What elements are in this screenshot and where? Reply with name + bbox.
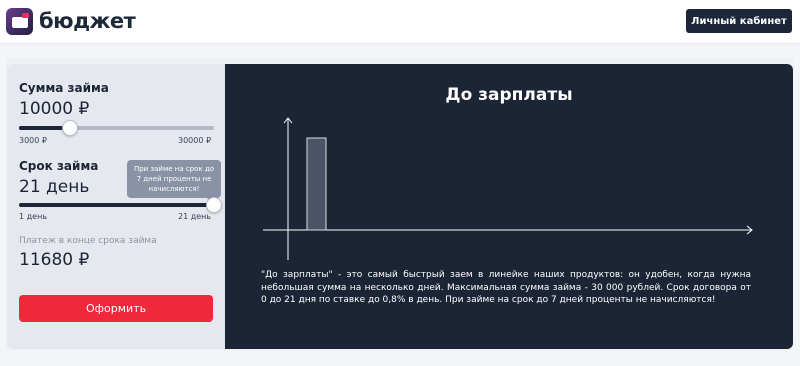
chart-bar: [306, 137, 327, 231]
wallet-icon: [6, 7, 33, 35]
header: бюджет Личный кабинет: [0, 0, 800, 44]
amount-value: 10000 ₽: [19, 99, 90, 119]
payment-label: Платеж в конце срока займа: [19, 236, 157, 246]
amount-max-label: 30000 ₽: [178, 136, 212, 145]
term-value: 21 день: [19, 177, 90, 197]
personal-cabinet-button[interactable]: Личный кабинет: [686, 9, 792, 33]
amount-min-label: 3000 ₽: [19, 136, 47, 145]
product-chart: [263, 117, 753, 260]
amount-slider[interactable]: [19, 120, 214, 136]
term-tooltip: При займе на срок до 7 дней проценты не …: [127, 160, 221, 203]
logo[interactable]: бюджет: [6, 7, 136, 35]
logo-text: бюджет: [39, 9, 136, 33]
apply-button[interactable]: Оформить: [19, 295, 213, 322]
amount-label: Сумма займа: [19, 81, 109, 95]
term-label: Срок займа: [19, 159, 99, 173]
amount-slider-thumb[interactable]: [61, 120, 78, 136]
term-min-label: 1 день: [19, 212, 48, 221]
term-slider-fill: [19, 203, 214, 207]
payment-value: 11680 ₽: [19, 250, 90, 270]
term-slider[interactable]: [19, 197, 222, 213]
product-panel: До зарплаты "До зарплаты" - это самый бы…: [225, 64, 793, 349]
loan-calculator: Сумма займа 10000 ₽ 3000 ₽ 30000 ₽ Срок …: [7, 64, 225, 349]
term-max-label: 21 день: [178, 212, 212, 221]
term-slider-thumb[interactable]: [206, 197, 222, 213]
product-description: "До зарплаты" - это самый быстрый заем в…: [261, 270, 751, 305]
